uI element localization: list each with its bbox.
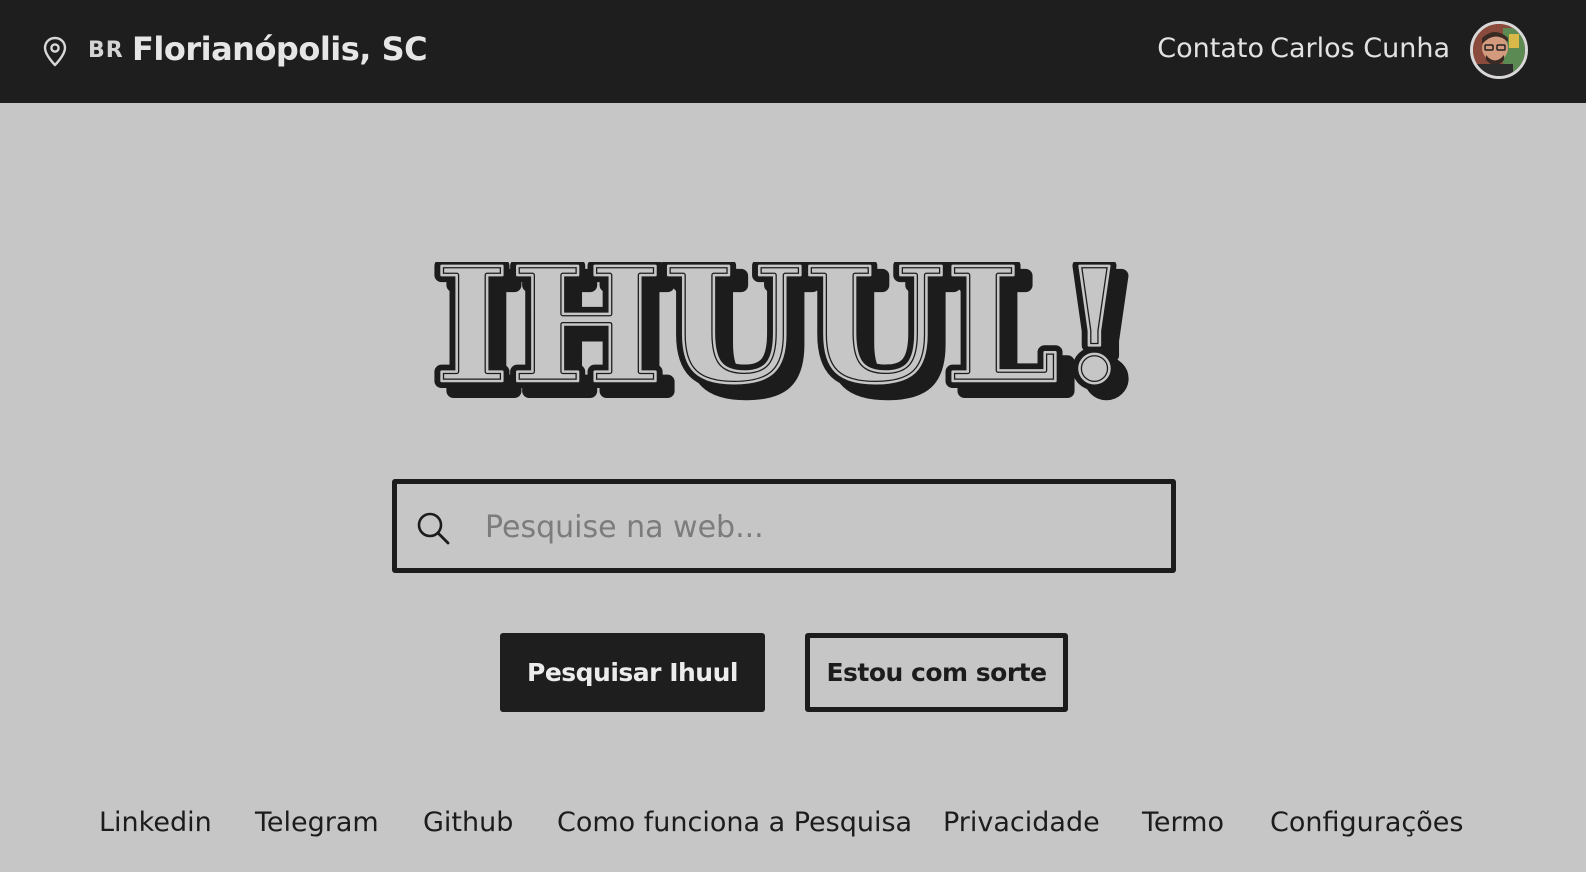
footer-link-settings[interactable]: Configurações [1270, 807, 1463, 838]
lucky-button[interactable]: Estou com sorte [805, 633, 1068, 712]
footer-link-how-search-works[interactable]: Como funciona a Pesquisa [557, 807, 912, 838]
search-input[interactable] [483, 498, 1147, 556]
search-icon [417, 512, 450, 545]
avatar[interactable] [1470, 21, 1528, 79]
location-city[interactable]: Florianópolis, SC [132, 30, 428, 68]
ihuul-logo: IHUUL! IHUUL! IHUUL! IHUUL! [427, 262, 1149, 422]
footer-link-github[interactable]: Github [423, 807, 513, 838]
top-bar: BR Florianópolis, SC Contato Carlos Cunh… [0, 0, 1586, 103]
map-pin-icon [43, 36, 67, 67]
search-button[interactable]: Pesquisar Ihuul [500, 633, 765, 712]
footer-link-telegram[interactable]: Telegram [255, 807, 379, 838]
footer-link-linkedin[interactable]: Linkedin [99, 807, 212, 838]
country-code: BR [88, 38, 124, 63]
search-box[interactable] [392, 479, 1176, 573]
logo-inline: IHUUL! [434, 262, 1130, 419]
footer-link-terms[interactable]: Termo [1142, 807, 1224, 838]
footer-link-privacy[interactable]: Privacidade [943, 807, 1100, 838]
contact-link[interactable]: Contato [1157, 33, 1264, 64]
user-name-link[interactable]: Carlos Cunha [1270, 33, 1450, 64]
avatar-image [1473, 24, 1525, 76]
